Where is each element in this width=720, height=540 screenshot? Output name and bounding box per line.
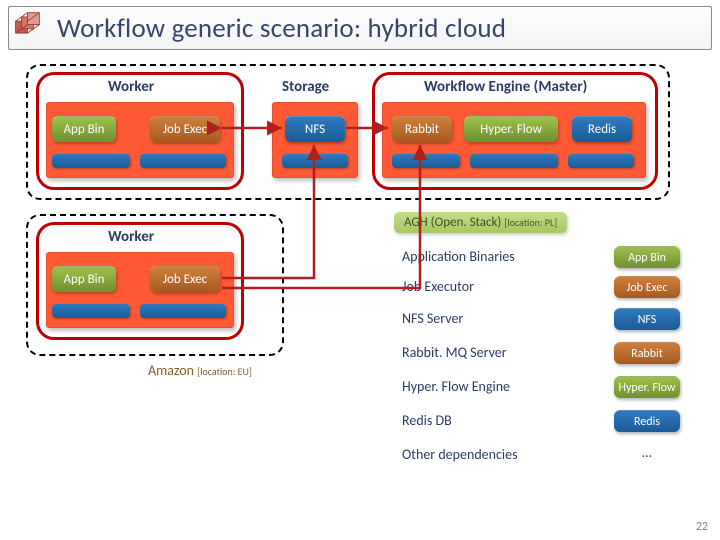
worker-bottom-jobexec: Job Exec [150, 266, 220, 292]
legend-comp-2: NFS [614, 308, 680, 330]
slot [52, 154, 130, 168]
legend-key-2: NFS Server [402, 310, 463, 327]
worker-top-appbin: App Bin [52, 116, 116, 142]
agh-name: AGH (Open. Stack) [404, 215, 501, 230]
cube-icon [13, 11, 47, 45]
label-worker-bottom: Worker [108, 228, 154, 246]
label-worker-top: Worker [108, 78, 154, 96]
slot [52, 304, 130, 318]
worker-bottom-appbin: App Bin [52, 266, 116, 292]
amazon-label: Amazon [location: EU] [148, 362, 252, 379]
slot [140, 154, 226, 168]
legend-key-1: Job Executor [402, 278, 474, 295]
amazon-name: Amazon [148, 362, 194, 379]
title-bar: Workflow generic scenario: hybrid cloud [8, 6, 712, 50]
legend-comp-6: … [614, 444, 680, 461]
legend-comp-4: Hyper. Flow [614, 376, 680, 398]
slot [568, 154, 634, 168]
storage-nfs: NFS [285, 116, 345, 142]
legend-key-6: Other dependencies [402, 446, 518, 463]
amazon-loc: [location: EU] [197, 365, 252, 378]
engine-hyperflow: Hyper. Flow [464, 116, 558, 142]
page-number: 22 [696, 520, 708, 534]
legend-comp-0: App Bin [614, 246, 680, 268]
agh-banner: AGH (Open. Stack) [location: PL] [394, 212, 567, 233]
legend-key-4: Hyper. Flow Engine [402, 378, 510, 395]
legend-comp-5: Redis [614, 410, 680, 432]
slot [392, 154, 460, 168]
slot [282, 154, 348, 168]
label-engine: Workflow Engine (Master) [424, 78, 587, 96]
legend-key-3: Rabbit. MQ Server [402, 344, 507, 361]
legend-key-0: Application Binaries [402, 248, 515, 265]
slot [140, 304, 226, 318]
slot [470, 154, 558, 168]
agh-loc: [location: PL] [504, 216, 557, 229]
worker-top-jobexec: Job Exec [150, 116, 220, 142]
legend-comp-1: Job Exec [614, 276, 680, 298]
legend-key-5: Redis DB [402, 412, 452, 429]
engine-redis: Redis [572, 116, 632, 142]
page-title: Workflow generic scenario: hybrid cloud [57, 12, 506, 45]
legend-comp-3: Rabbit [614, 342, 680, 364]
engine-rabbit: Rabbit [392, 116, 452, 142]
label-storage: Storage [282, 78, 329, 96]
